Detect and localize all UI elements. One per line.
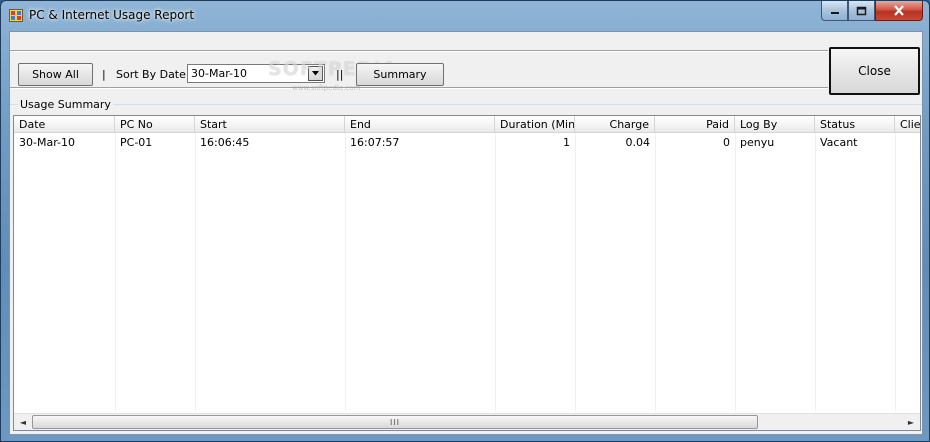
window-close-button[interactable] — [875, 1, 923, 21]
softpedia-watermark-url: www.softpedia.com — [292, 84, 361, 92]
column-divider — [575, 133, 576, 411]
cell-log-by: penyu — [740, 136, 775, 149]
minimize-button[interactable] — [821, 1, 848, 21]
maximize-button[interactable] — [848, 1, 875, 21]
toolbar-bottom-rule — [10, 87, 828, 89]
column-header-client[interactable]: Client — [895, 116, 920, 133]
summary-button[interactable]: Summary — [356, 63, 444, 86]
cell-charge: 0.04 — [625, 136, 651, 149]
cell-start: 16:06:45 — [200, 136, 250, 149]
toolbar-separator-double: || — [336, 68, 344, 81]
column-divider — [345, 133, 346, 411]
column-divider — [735, 133, 736, 411]
table-row[interactable]: 30-Mar-10 PC-01 16:06:45 16:07:57 1 0.04… — [14, 134, 920, 151]
column-divider — [815, 133, 816, 411]
app-window: PC & Internet Usage Report Show All | So… — [0, 0, 930, 442]
chevron-right-icon: ► — [907, 418, 915, 427]
cell-client — [895, 134, 920, 151]
scroll-right-button[interactable]: ► — [904, 416, 918, 429]
column-divider — [495, 133, 496, 411]
column-divider — [195, 133, 196, 411]
column-header-charge[interactable]: Charge — [575, 116, 655, 133]
maximize-icon — [856, 6, 867, 15]
minimize-icon — [830, 11, 839, 14]
date-combobox-value: 30-Mar-10 — [191, 67, 247, 80]
column-header-log-by[interactable]: Log By — [735, 116, 815, 133]
app-icon — [9, 9, 23, 22]
usage-summary-group-label: Usage Summary — [18, 98, 113, 111]
column-header-paid[interactable]: Paid — [655, 116, 735, 133]
column-divider — [895, 133, 896, 411]
cell-paid: 0 — [723, 136, 730, 149]
column-header-status[interactable]: Status — [815, 116, 895, 133]
title-bar[interactable]: PC & Internet Usage Report — [1, 1, 929, 31]
column-header-duration[interactable]: Duration (Min) — [495, 116, 575, 133]
scroll-left-button[interactable]: ◄ — [16, 416, 30, 429]
show-all-button[interactable]: Show All — [18, 63, 93, 86]
scrollbar-thumb[interactable]: III — [32, 415, 758, 429]
form-client-area: Show All | Sort By Date 30-Mar-10 SOFTPE… — [9, 31, 923, 435]
horizontal-scrollbar[interactable]: ◄ III ► — [14, 413, 920, 430]
grip-icon: III — [389, 417, 401, 427]
column-header-date[interactable]: Date — [14, 116, 115, 133]
column-divider — [115, 133, 116, 411]
close-button[interactable]: Close — [829, 47, 920, 95]
cell-duration: 1 — [563, 136, 570, 149]
cell-status: Vacant — [820, 136, 858, 149]
sort-by-date-label: Sort By Date — [116, 68, 186, 81]
column-header-pc-no[interactable]: PC No — [115, 116, 195, 133]
usage-grid[interactable]: Date PC No Start End Duration (Min) Char… — [13, 115, 921, 431]
column-header-end[interactable]: End — [345, 116, 495, 133]
grid-header: Date PC No Start End Duration (Min) Char… — [14, 116, 920, 133]
column-header-start[interactable]: Start — [195, 116, 345, 133]
window-title: PC & Internet Usage Report — [29, 8, 195, 22]
chevron-left-icon: ◄ — [19, 418, 27, 427]
cell-end: 16:07:57 — [350, 136, 400, 149]
cell-date: 30-Mar-10 — [19, 136, 75, 149]
cell-pc-no: PC-01 — [120, 136, 153, 149]
usage-summary-group-border — [10, 104, 922, 105]
column-divider — [655, 133, 656, 411]
toolbar-separator: | — [102, 68, 106, 81]
toolbar-top-rule — [10, 50, 828, 52]
close-icon — [894, 5, 904, 16]
